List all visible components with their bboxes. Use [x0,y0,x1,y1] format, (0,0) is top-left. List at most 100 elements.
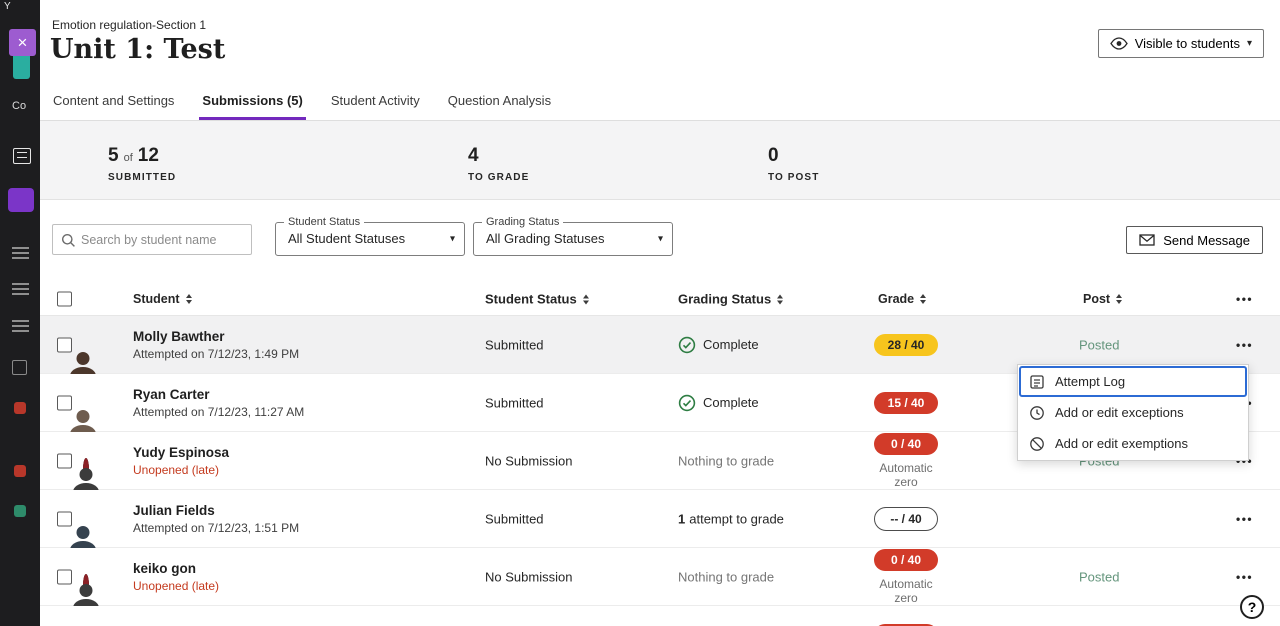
grade-cell: 0 / 40 Automatic zero [870,549,942,605]
grade-note: Automatic zero [870,461,942,489]
stat-to-post: 0 TO POST [768,145,819,183]
column-post-label: Post [1083,292,1110,306]
to-post-label: TO POST [768,172,819,183]
app-window: Y × Co Emotion regulation-Section 1 Unit… [0,0,1280,626]
sort-icon [583,294,589,304]
select-all-checkbox[interactable] [57,292,72,307]
green-status-dot [14,505,26,517]
grading-status: Complete [678,336,759,354]
menu-item-label: Attempt Log [1055,374,1125,389]
send-message-button[interactable]: Send Message [1126,226,1263,254]
student-avatar [83,458,89,481]
student-name[interactable]: keiko gon [133,561,219,576]
row-checkbox[interactable] [57,569,72,584]
grading-text: Complete [703,337,759,352]
grade-pill[interactable]: -- / 40 [874,507,938,531]
column-student-status-label: Student Status [485,292,577,307]
student-status: No Submission [485,453,572,468]
student-name[interactable]: Molly Bawther [133,329,299,344]
column-student[interactable]: Student [133,292,192,306]
column-post[interactable]: Post [1083,292,1122,306]
attempt-info: Attempted on 7/12/23, 11:27 AM [133,405,304,419]
page-title: Unit 1: Test [50,34,225,65]
tab-content-and-settings[interactable]: Content and Settings [50,93,177,120]
row-checkbox[interactable] [57,337,72,352]
book-icon[interactable] [13,148,31,164]
square-icon[interactable] [12,360,27,375]
sidebar-text-fragment: Y [4,1,11,12]
grade-note: Automatic zero [870,577,942,605]
student-name[interactable]: Ryan Carter [133,387,304,402]
list-icon[interactable] [12,283,29,295]
row-checkbox[interactable] [57,453,72,468]
post-status[interactable]: Posted [1079,337,1119,352]
complete-check-icon [678,336,696,354]
ban-icon [1029,436,1045,452]
column-grading-status[interactable]: Grading Status [678,292,783,307]
grading-status-filter[interactable]: Grading Status All Grading Statuses ▾ [473,222,673,256]
menu-icon[interactable] [12,247,29,259]
column-grade[interactable]: Grade [878,292,926,306]
search-input[interactable] [81,225,249,254]
student-status: Submitted [485,395,544,410]
student-status: Submitted [485,511,544,526]
to-grade-label: TO GRADE [468,172,529,183]
tab-submissions[interactable]: Submissions (5) [199,93,305,120]
row-checkbox[interactable] [57,395,72,410]
grade-cell: 28 / 40 [870,334,942,356]
eye-icon [1110,37,1128,50]
table-row[interactable]: keiko gon Unopened (late) No Submission … [40,548,1280,606]
menu-item-attempt-log[interactable]: Attempt Log [1019,366,1247,397]
grade-pill[interactable]: 15 / 40 [874,392,938,414]
menu-item-label: Add or edit exceptions [1055,405,1184,420]
attempt-info: Attempted on 7/12/23, 1:49 PM [133,347,299,361]
student-name[interactable]: Julian Fields [133,503,299,518]
student-status-filter[interactable]: Student Status All Student Statuses ▾ [275,222,465,256]
table-row[interactable]: Julian Fields Attempted on 7/12/23, 1:51… [40,490,1280,548]
chevron-down-icon: ▾ [1247,38,1252,49]
row-options-icon[interactable]: ••• [1236,338,1253,352]
close-panel-button[interactable]: × [9,29,36,56]
active-nav-indicator[interactable] [8,188,34,212]
lines-icon[interactable] [12,320,29,332]
visibility-button[interactable]: Visible to students ▾ [1098,29,1264,58]
table-header: Student Student Status Grading Status Gr… [40,283,1280,316]
menu-item-exceptions[interactable]: Add or edit exceptions [1019,397,1247,428]
row-options-icon[interactable]: ••• [1236,512,1253,526]
search-icon [61,233,76,248]
grade-cell: 0 / 40 Automatic zero [870,433,942,489]
tab-bar: Content and Settings Submissions (5) Stu… [40,89,1280,121]
grade-pill[interactable]: 28 / 40 [874,334,938,356]
stat-submitted: 5 of 12 SUBMITTED [108,145,176,183]
post-status[interactable]: Posted [1079,569,1119,584]
student-name[interactable]: Yudy Espinosa [133,445,229,460]
send-message-label: Send Message [1163,233,1250,248]
tab-student-activity[interactable]: Student Activity [328,93,423,120]
student-avatar [83,574,89,597]
grading-count: 1 [678,511,685,526]
grading-status: Complete [678,394,759,412]
table-options-icon[interactable]: ••• [1236,292,1253,306]
menu-item-exemptions[interactable]: Add or edit exemptions [1019,428,1247,459]
grade-pill[interactable]: 0 / 40 [874,433,938,455]
table-row[interactable]: 0 / 40 [40,606,1280,626]
background-sidebar: Y × Co [0,0,40,626]
tab-question-analysis[interactable]: Question Analysis [445,93,554,120]
attempt-info: Attempted on 7/12/23, 1:51 PM [133,521,299,535]
column-grade-label: Grade [878,292,914,306]
column-student-status[interactable]: Student Status [485,292,589,307]
search-box [52,224,252,255]
help-button[interactable]: ? [1240,595,1264,619]
row-context-menu: Attempt Log Add or edit exceptions Add o… [1017,364,1249,461]
grading-status: 1 attempt to grade [678,511,784,526]
student-cell: Ryan Carter Attempted on 7/12/23, 11:27 … [133,387,304,419]
row-checkbox[interactable] [57,511,72,526]
sort-icon [920,294,926,304]
red-status-dot [14,465,26,477]
assessment-panel: Emotion regulation-Section 1 Unit 1: Tes… [40,0,1280,626]
row-options-icon[interactable]: ••• [1236,570,1253,584]
student-cell: Molly Bawther Attempted on 7/12/23, 1:49… [133,329,299,361]
student-cell: Julian Fields Attempted on 7/12/23, 1:51… [133,503,299,535]
grade-pill[interactable]: 0 / 40 [874,549,938,571]
submitted-count: 5 [108,145,119,167]
